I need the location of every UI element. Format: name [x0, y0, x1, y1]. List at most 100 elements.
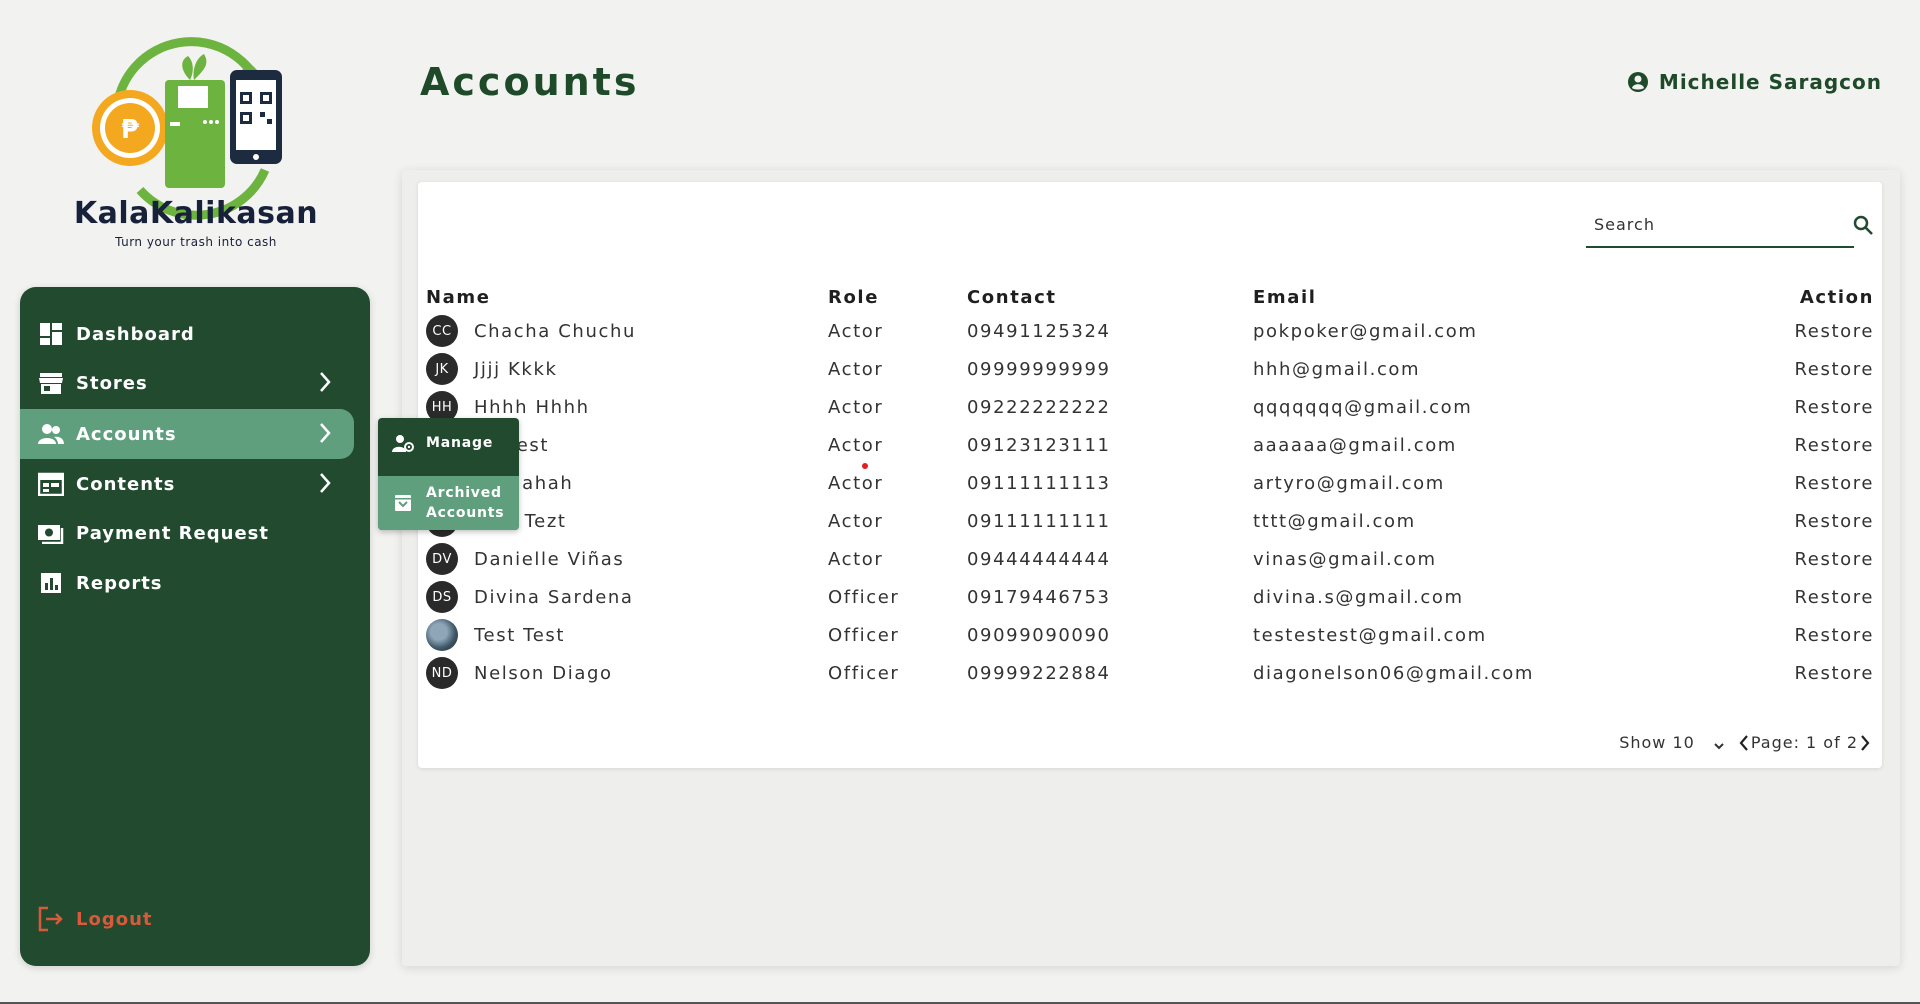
sidebar-item-label: Payment Request	[76, 522, 269, 544]
sidebar-item-dashboard[interactable]: Dashboard	[20, 309, 354, 359]
column-header-name[interactable]: Name	[426, 282, 828, 312]
account-name: Danielle Viñas	[474, 548, 625, 570]
cell-email: aaaaaa@gmail.com	[1253, 434, 1457, 456]
page-indicator: Page: 1 of 2	[1750, 733, 1858, 752]
cell-email: vinas@gmail.com	[1253, 548, 1437, 570]
accounts-submenu: Manage Archived Accounts	[378, 418, 519, 530]
account-name: Divina Sardena	[474, 586, 634, 608]
dashboard-icon	[38, 321, 64, 347]
account-name: Hhhh Hhhh	[474, 396, 590, 418]
table-row: ile TestActor09123123111aaaaaa@gmail.com…	[426, 426, 1874, 464]
sidebar-item-label: Accounts	[76, 423, 177, 445]
restore-button[interactable]: Restore	[1795, 625, 1875, 646]
submenu-item-archived-accounts[interactable]: Archived Accounts	[378, 476, 519, 530]
cell-contact: 09222222222	[967, 396, 1111, 418]
table-row: CC Chacha Chuchu Actor 09491125324 pokpoker@…	[426, 312, 1874, 350]
restore-button[interactable]: Restore	[1795, 435, 1875, 456]
restore-button[interactable]: Restore	[1795, 663, 1875, 684]
next-page-button[interactable]	[1858, 734, 1872, 752]
cell-role: Actor	[828, 510, 884, 532]
cell-email: artyro@gmail.com	[1253, 472, 1445, 494]
column-header-role[interactable]: Role	[828, 282, 967, 312]
logout-label: Logout	[76, 908, 153, 930]
sidebar-item-reports[interactable]: Reports	[20, 558, 354, 608]
pagination: Show 10 Page: 1 of 2	[1619, 733, 1872, 752]
cell-email: pokpoker@gmail.com	[1253, 320, 1478, 342]
avatar: JK	[426, 353, 458, 385]
table-row: Test Test Officer 09099090090 testestest@gm…	[426, 616, 1874, 654]
submenu-item-manage[interactable]: Manage	[378, 418, 519, 468]
restore-button[interactable]: Restore	[1795, 511, 1875, 532]
account-name: Nelson Diago	[474, 662, 613, 684]
sidebar-item-payment-request[interactable]: Payment Request	[20, 508, 354, 558]
avatar: DS	[426, 581, 458, 613]
archive-icon	[392, 492, 414, 514]
table-header-row: Name Role Contact Email Action	[426, 282, 1874, 312]
cell-contact: 09111111113	[967, 472, 1111, 494]
page-size-select[interactable]: Show 10	[1619, 733, 1725, 752]
cell-name: JK Jjjj Kkkk	[426, 350, 828, 388]
accounts-table-card: Name Role Contact Email Action CC Chacha …	[418, 182, 1882, 768]
prev-page-button[interactable]	[1737, 734, 1751, 752]
cell-email: diagonelson06@gmail.com	[1253, 662, 1535, 684]
cell-name: DS Divina Sardena	[426, 578, 828, 616]
table-row: HH Hhhh Hhhh Actor 09222222222 qqqqqqq@gmail…	[426, 388, 1874, 426]
cell-role: Officer	[828, 624, 900, 646]
chevron-right-icon	[318, 422, 332, 449]
cell-email: testestest@gmail.com	[1253, 624, 1487, 646]
submenu-item-label: Manage	[426, 435, 494, 451]
cell-role: Actor	[828, 472, 884, 494]
restore-button[interactable]: Restore	[1795, 587, 1875, 608]
search-icon[interactable]	[1852, 214, 1874, 236]
table-row: ah Hahah Actor 09111111113 artyro@gmail.com…	[426, 464, 1874, 502]
table-row: DS Divina Sardena Officer 09179446753 divina…	[426, 578, 1874, 616]
status-dot	[862, 463, 868, 469]
sidebar-item-contents[interactable]: Contents	[20, 459, 354, 509]
chevron-right-icon	[318, 472, 332, 499]
chevron-right-icon	[318, 371, 332, 398]
cell-role: Actor	[828, 548, 884, 570]
sidebar-item-label: Contents	[76, 473, 176, 495]
sidebar-item-accounts[interactable]: Accounts	[20, 409, 354, 459]
cell-contact: 09444444444	[967, 548, 1111, 570]
avatar: CC	[426, 315, 458, 347]
cell-email: qqqqqqq@gmail.com	[1253, 396, 1473, 418]
restore-button[interactable]: Restore	[1795, 397, 1875, 418]
sidebar-item-label: Reports	[76, 572, 163, 594]
column-header-email[interactable]: Email	[1253, 282, 1673, 312]
cell-contact: 09123123111	[967, 434, 1111, 456]
submenu-item-label: Archived	[426, 485, 502, 501]
users-icon	[38, 421, 64, 447]
search-input[interactable]	[1594, 210, 1814, 238]
cell-role: Actor	[828, 434, 884, 456]
sidebar: Dashboard Stores Accounts Contents Payme…	[20, 287, 370, 966]
store-icon	[38, 370, 64, 396]
search-box	[1586, 204, 1873, 248]
account-name: Test Test	[474, 624, 566, 646]
chevron-down-icon	[1713, 737, 1725, 749]
column-header-action: Action	[1799, 286, 1874, 308]
sidebar-item-label: Stores	[76, 372, 148, 394]
cell-contact: 09111111111	[967, 510, 1111, 532]
cell-contact: 09099090090	[967, 624, 1111, 646]
table-row: JK Jjjj Kkkk Actor 09999999999 hhh@gmail.com…	[426, 350, 1874, 388]
sidebar-item-stores[interactable]: Stores	[20, 358, 354, 408]
user-name: Michelle Saragcon	[1658, 70, 1882, 94]
cell-name: DV Danielle Viñas	[426, 540, 828, 578]
logout-button[interactable]: Logout	[38, 906, 153, 932]
restore-button[interactable]: Restore	[1795, 321, 1875, 342]
table-row: DV Danielle Viñas Actor 09444444444 vinas@gm…	[426, 540, 1874, 578]
cell-email: hhh@gmail.com	[1253, 358, 1421, 380]
sidebar-item-label: Dashboard	[76, 323, 195, 345]
avatar: DV	[426, 543, 458, 575]
cell-name: Test Test	[426, 616, 828, 654]
restore-button[interactable]: Restore	[1795, 473, 1875, 494]
cell-name: CC Chacha Chuchu	[426, 312, 828, 350]
cell-role: Officer	[828, 662, 900, 684]
restore-button[interactable]: Restore	[1795, 549, 1875, 570]
logout-icon	[38, 906, 64, 932]
user-profile[interactable]: Michelle Saragcon	[1627, 70, 1882, 94]
avatar	[426, 619, 458, 651]
column-header-contact[interactable]: Contact	[967, 282, 1253, 312]
restore-button[interactable]: Restore	[1795, 359, 1875, 380]
